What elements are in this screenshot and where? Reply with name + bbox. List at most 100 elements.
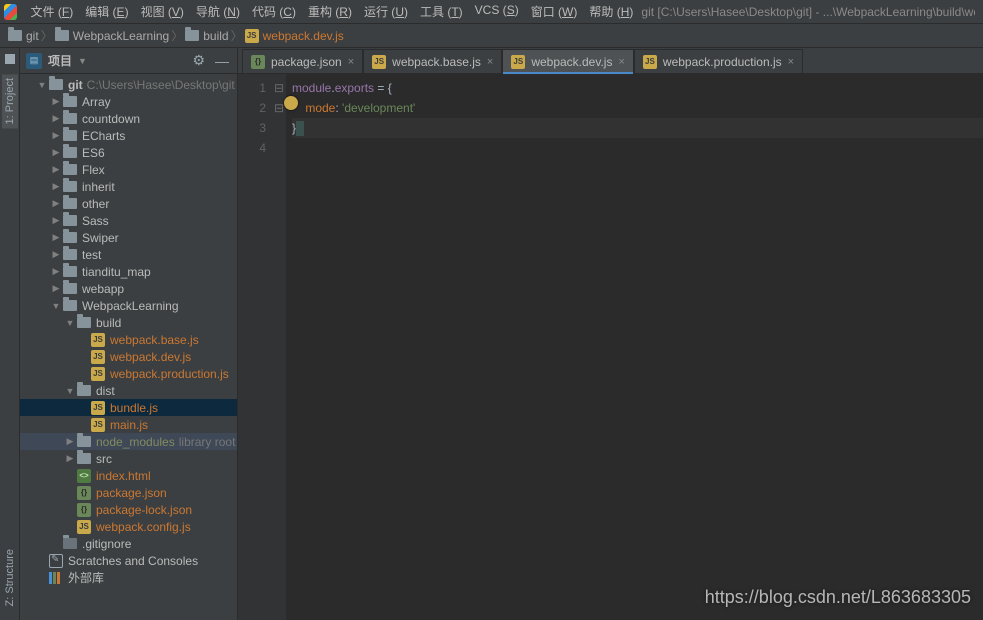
folder-icon bbox=[63, 249, 77, 260]
tree-item-dist[interactable]: dist bbox=[20, 382, 237, 399]
expand-arrow-icon[interactable] bbox=[64, 318, 76, 328]
editor-body[interactable]: 1234 ⊟⊟ module.exports = { mode: 'develo… bbox=[238, 74, 983, 620]
tree-item-webpack.dev.js[interactable]: webpack.dev.js bbox=[20, 348, 237, 365]
breadcrumb-label: webpack.dev.js bbox=[263, 29, 344, 43]
menu-item-文件[interactable]: 文件 (F) bbox=[25, 1, 80, 22]
tree-item-other[interactable]: other bbox=[20, 195, 237, 212]
expand-arrow-icon[interactable] bbox=[50, 301, 62, 311]
minimize-icon[interactable]: — bbox=[213, 53, 231, 69]
tree-item-test[interactable]: test bbox=[20, 246, 237, 263]
menu-item-编辑[interactable]: 编辑 (E) bbox=[79, 1, 134, 22]
folder-icon bbox=[63, 164, 77, 175]
menu-item-视图[interactable]: 视图 (V) bbox=[135, 1, 190, 22]
editor-tab-package.json[interactable]: package.json× bbox=[242, 49, 363, 73]
expand-arrow-icon[interactable] bbox=[64, 386, 76, 396]
breadcrumb-label: git bbox=[26, 29, 39, 43]
expand-arrow-icon[interactable] bbox=[50, 215, 62, 226]
menu-item-工具[interactable]: 工具 (T) bbox=[414, 1, 469, 22]
breadcrumb-build[interactable]: build bbox=[185, 29, 228, 43]
tree-item-Array[interactable]: Array bbox=[20, 93, 237, 110]
breadcrumb-webpack.dev.js[interactable]: webpack.dev.js bbox=[245, 29, 344, 43]
tree-item-Sass[interactable]: Sass bbox=[20, 212, 237, 229]
menu-item-窗口[interactable]: 窗口 (W) bbox=[525, 1, 584, 22]
tree-item-main.js[interactable]: main.js bbox=[20, 416, 237, 433]
tree-item-webapp[interactable]: webapp bbox=[20, 280, 237, 297]
tree-item-label: Array bbox=[82, 95, 111, 109]
close-icon[interactable]: × bbox=[788, 56, 794, 68]
js-icon bbox=[91, 401, 105, 415]
expand-arrow-icon[interactable] bbox=[50, 130, 62, 141]
tree-item-WebpackLearning[interactable]: WebpackLearning bbox=[20, 297, 237, 314]
structure-tool-tab[interactable]: Z: Structure bbox=[2, 545, 18, 610]
folder-icon bbox=[63, 130, 77, 141]
close-icon[interactable]: × bbox=[487, 56, 493, 68]
breadcrumb-git[interactable]: git bbox=[8, 29, 39, 43]
fold-gutter[interactable]: ⊟⊟ bbox=[272, 74, 286, 620]
tree-item-label: package-lock.json bbox=[96, 503, 192, 517]
tree-item-Swiper[interactable]: Swiper bbox=[20, 229, 237, 246]
expand-arrow-icon[interactable] bbox=[36, 80, 48, 90]
tree-item-index.html[interactable]: index.html bbox=[20, 467, 237, 484]
tree-item-node_modules[interactable]: node_moduleslibrary root bbox=[20, 433, 237, 450]
js-icon bbox=[91, 333, 105, 347]
tab-label: webpack.base.js bbox=[392, 55, 481, 69]
breadcrumb-WebpackLearning[interactable]: WebpackLearning bbox=[55, 29, 170, 43]
expand-arrow-icon[interactable] bbox=[64, 453, 76, 464]
close-icon[interactable]: × bbox=[618, 56, 624, 68]
tree-item-外部库[interactable]: 外部库 bbox=[20, 569, 237, 586]
menu-item-重构[interactable]: 重构 (R) bbox=[302, 1, 358, 22]
expand-arrow-icon[interactable] bbox=[50, 266, 62, 277]
tree-item-label: Flex bbox=[82, 163, 105, 177]
chevron-down-icon[interactable]: ▼ bbox=[78, 56, 87, 66]
tree-item-label: webpack.dev.js bbox=[110, 350, 191, 364]
tree-item-bundle.js[interactable]: bundle.js bbox=[20, 399, 237, 416]
project-tool-tab[interactable]: 1: Project bbox=[2, 74, 18, 128]
tree-item-git[interactable]: gitC:\Users\Hasee\Desktop\git bbox=[20, 76, 237, 93]
tree-item-src[interactable]: src bbox=[20, 450, 237, 467]
tree-item-inherit[interactable]: inherit bbox=[20, 178, 237, 195]
js-icon bbox=[372, 55, 386, 69]
tree-item-ECharts[interactable]: ECharts bbox=[20, 127, 237, 144]
folder-icon bbox=[77, 317, 91, 328]
expand-arrow-icon[interactable] bbox=[50, 249, 62, 260]
editor-tab-webpack.dev.js[interactable]: webpack.dev.js× bbox=[502, 49, 634, 73]
tree-item-Flex[interactable]: Flex bbox=[20, 161, 237, 178]
tree-item-Scratches and Consoles[interactable]: Scratches and Consoles bbox=[20, 552, 237, 569]
menu-item-帮助[interactable]: 帮助 (H) bbox=[583, 1, 639, 22]
expand-arrow-icon[interactable] bbox=[50, 113, 62, 124]
expand-arrow-icon[interactable] bbox=[64, 436, 76, 447]
expand-arrow-icon[interactable] bbox=[50, 147, 62, 158]
project-view-icon[interactable] bbox=[26, 53, 42, 69]
expand-arrow-icon[interactable] bbox=[50, 232, 62, 243]
breadcrumb-bar: git〉WebpackLearning〉build〉webpack.dev.js bbox=[0, 24, 983, 48]
gutter-square-icon bbox=[5, 54, 15, 64]
code-area[interactable]: module.exports = { mode: 'development' } bbox=[286, 74, 983, 620]
expand-arrow-icon[interactable] bbox=[50, 198, 62, 209]
chevron-right-icon: 〉 bbox=[231, 27, 243, 44]
expand-arrow-icon[interactable] bbox=[50, 96, 62, 107]
tree-item-label: Scratches and Consoles bbox=[68, 554, 198, 568]
expand-arrow-icon[interactable] bbox=[50, 181, 62, 192]
tree-item-webpack.production.js[interactable]: webpack.production.js bbox=[20, 365, 237, 382]
expand-arrow-icon[interactable] bbox=[50, 164, 62, 175]
menu-item-导航[interactable]: 导航 (N) bbox=[190, 1, 246, 22]
menu-item-运行[interactable]: 运行 (U) bbox=[358, 1, 414, 22]
tree-item-build[interactable]: build bbox=[20, 314, 237, 331]
tree-item-tianditu_map[interactable]: tianditu_map bbox=[20, 263, 237, 280]
tree-item-package.json[interactable]: package.json bbox=[20, 484, 237, 501]
project-tree[interactable]: gitC:\Users\Hasee\Desktop\git Arraycountd… bbox=[20, 74, 237, 620]
menu-item-代码[interactable]: 代码 (C) bbox=[246, 1, 302, 22]
tree-item-package-lock.json[interactable]: package-lock.json bbox=[20, 501, 237, 518]
tree-item-countdown[interactable]: countdown bbox=[20, 110, 237, 127]
tree-item-webpack.config.js[interactable]: webpack.config.js bbox=[20, 518, 237, 535]
editor-tab-webpack.base.js[interactable]: webpack.base.js × bbox=[363, 49, 502, 73]
editor-tab-webpack.production.js[interactable]: webpack.production.js× bbox=[634, 49, 803, 73]
close-icon[interactable]: × bbox=[348, 56, 354, 68]
tree-item-ES6[interactable]: ES6 bbox=[20, 144, 237, 161]
tree-item-.gitignore[interactable]: .gitignore bbox=[20, 535, 237, 552]
menu-item-VCS[interactable]: VCS (S) bbox=[469, 1, 525, 22]
gear-icon[interactable]: ⚙ bbox=[190, 52, 207, 69]
expand-arrow-icon[interactable] bbox=[50, 283, 62, 294]
folder-icon bbox=[55, 30, 69, 41]
tree-item-webpack.base.js[interactable]: webpack.base.js bbox=[20, 331, 237, 348]
